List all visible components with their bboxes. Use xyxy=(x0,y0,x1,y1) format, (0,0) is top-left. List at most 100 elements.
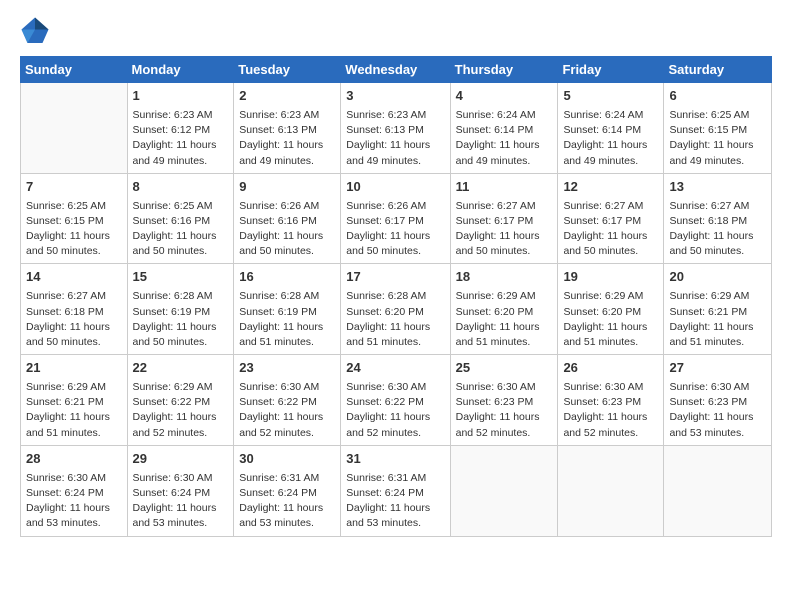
sunset-text: Sunset: 6:12 PM xyxy=(133,124,211,136)
weekday-header: Thursday xyxy=(450,57,558,83)
calendar-cell: 9Sunrise: 6:26 AMSunset: 6:16 PMDaylight… xyxy=(234,173,341,264)
calendar-cell: 27Sunrise: 6:30 AMSunset: 6:23 PMDayligh… xyxy=(664,355,772,446)
calendar-cell: 14Sunrise: 6:27 AMSunset: 6:18 PMDayligh… xyxy=(21,264,128,355)
sunrise-text: Sunrise: 6:23 AM xyxy=(346,109,426,121)
daylight-text: Daylight: 11 hours and 52 minutes. xyxy=(133,411,217,438)
day-number: 23 xyxy=(239,359,335,378)
sunrise-text: Sunrise: 6:27 AM xyxy=(669,200,749,212)
daylight-text: Daylight: 11 hours and 50 minutes. xyxy=(26,321,110,348)
day-number: 7 xyxy=(26,178,122,197)
day-number: 5 xyxy=(563,87,658,106)
sunrise-text: Sunrise: 6:24 AM xyxy=(456,109,536,121)
calendar-cell: 28 Sunrise: 6:30 AM Sunset: 6:24 PM Dayligh… xyxy=(21,445,128,536)
daylight-text: Daylight: 11 hours and 49 minutes. xyxy=(133,139,217,166)
daylight-text: Daylight: 11 hours and 51 minutes. xyxy=(26,411,110,438)
daylight-text: Daylight: 11 hours and 49 minutes. xyxy=(563,139,647,166)
sunrise-text: Sunrise: 6:30 AM xyxy=(26,472,106,484)
calendar-cell: 20Sunrise: 6:29 AMSunset: 6:21 PMDayligh… xyxy=(664,264,772,355)
sunset-text: Sunset: 6:16 PM xyxy=(133,215,211,227)
sunset-text: Sunset: 6:21 PM xyxy=(26,396,104,408)
sunrise-text: Sunrise: 6:25 AM xyxy=(669,109,749,121)
daylight-text: Daylight: 11 hours and 50 minutes. xyxy=(26,230,110,257)
day-number: 30 xyxy=(239,450,335,469)
page: SundayMondayTuesdayWednesdayThursdayFrid… xyxy=(0,0,792,612)
sunset-text: Sunset: 6:21 PM xyxy=(669,306,747,318)
sunset-text: Sunset: 6:19 PM xyxy=(133,306,211,318)
daylight-text: Daylight: 11 hours and 51 minutes. xyxy=(669,321,753,348)
calendar-cell: 19Sunrise: 6:29 AMSunset: 6:20 PMDayligh… xyxy=(558,264,664,355)
daylight-text: Daylight: 11 hours and 51 minutes. xyxy=(239,321,323,348)
calendar-cell xyxy=(664,445,772,536)
calendar-cell: 26Sunrise: 6:30 AMSunset: 6:23 PMDayligh… xyxy=(558,355,664,446)
day-number: 24 xyxy=(346,359,444,378)
day-number: 11 xyxy=(456,178,553,197)
sunset-text: Sunset: 6:24 PM xyxy=(133,487,211,499)
calendar-header-row: SundayMondayTuesdayWednesdayThursdayFrid… xyxy=(21,57,772,83)
calendar-week-row: 28 Sunrise: 6:30 AM Sunset: 6:24 PM Dayligh… xyxy=(21,445,772,536)
day-number: 28 xyxy=(26,450,122,469)
calendar-cell: 29Sunrise: 6:30 AMSunset: 6:24 PMDayligh… xyxy=(127,445,234,536)
sunset-text: Sunset: 6:24 PM xyxy=(26,487,104,499)
sunset-text: Sunset: 6:15 PM xyxy=(26,215,104,227)
sunrise-text: Sunrise: 6:24 AM xyxy=(563,109,643,121)
sunset-text: Sunset: 6:24 PM xyxy=(346,487,424,499)
calendar-cell: 18Sunrise: 6:29 AMSunset: 6:20 PMDayligh… xyxy=(450,264,558,355)
sunset-text: Sunset: 6:16 PM xyxy=(239,215,317,227)
daylight-text: Daylight: 11 hours and 50 minutes. xyxy=(669,230,753,257)
sunrise-text: Sunrise: 6:30 AM xyxy=(133,472,213,484)
daylight-text: Daylight: 11 hours and 49 minutes. xyxy=(669,139,753,166)
sunset-text: Sunset: 6:23 PM xyxy=(563,396,641,408)
daylight-text: Daylight: 11 hours and 53 minutes. xyxy=(239,502,323,529)
calendar-table: SundayMondayTuesdayWednesdayThursdayFrid… xyxy=(20,56,772,537)
daylight-text: Daylight: 11 hours and 49 minutes. xyxy=(456,139,540,166)
daylight-text: Daylight: 11 hours and 52 minutes. xyxy=(239,411,323,438)
sunrise-text: Sunrise: 6:29 AM xyxy=(26,381,106,393)
daylight-text: Daylight: 11 hours and 51 minutes. xyxy=(456,321,540,348)
weekday-header: Wednesday xyxy=(341,57,450,83)
sunset-text: Sunset: 6:22 PM xyxy=(133,396,211,408)
sunrise-text: Sunrise: 6:25 AM xyxy=(26,200,106,212)
calendar-cell: 6Sunrise: 6:25 AMSunset: 6:15 PMDaylight… xyxy=(664,83,772,174)
sunset-text: Sunset: 6:20 PM xyxy=(456,306,534,318)
day-number: 10 xyxy=(346,178,444,197)
day-number: 4 xyxy=(456,87,553,106)
calendar-week-row: 7 Sunrise: 6:25 AM Sunset: 6:15 PM Daylight… xyxy=(21,173,772,264)
calendar-cell: 30 Sunrise: 6:31 AM Sunset: 6:24 PM Dayligh… xyxy=(234,445,341,536)
day-number: 9 xyxy=(239,178,335,197)
daylight-text: Daylight: 11 hours and 50 minutes. xyxy=(133,230,217,257)
daylight-text: Daylight: 11 hours and 51 minutes. xyxy=(346,321,430,348)
sunrise-text: Sunrise: 6:30 AM xyxy=(456,381,536,393)
sunrise-text: Sunrise: 6:31 AM xyxy=(346,472,426,484)
day-number: 6 xyxy=(669,87,766,106)
daylight-text: Daylight: 11 hours and 50 minutes. xyxy=(239,230,323,257)
day-number: 26 xyxy=(563,359,658,378)
calendar-cell: 11Sunrise: 6:27 AMSunset: 6:17 PMDayligh… xyxy=(450,173,558,264)
day-number: 27 xyxy=(669,359,766,378)
sunset-text: Sunset: 6:14 PM xyxy=(563,124,641,136)
calendar-cell: 3Sunrise: 6:23 AMSunset: 6:13 PMDaylight… xyxy=(341,83,450,174)
sunset-text: Sunset: 6:23 PM xyxy=(669,396,747,408)
weekday-header: Friday xyxy=(558,57,664,83)
day-number: 18 xyxy=(456,268,553,287)
weekday-header: Monday xyxy=(127,57,234,83)
sunrise-text: Sunrise: 6:27 AM xyxy=(26,290,106,302)
sunset-text: Sunset: 6:17 PM xyxy=(346,215,424,227)
sunrise-text: Sunrise: 6:31 AM xyxy=(239,472,319,484)
daylight-text: Daylight: 11 hours and 52 minutes. xyxy=(346,411,430,438)
day-number: 19 xyxy=(563,268,658,287)
sunset-text: Sunset: 6:24 PM xyxy=(239,487,317,499)
calendar-cell: 7 Sunrise: 6:25 AM Sunset: 6:15 PM Daylight… xyxy=(21,173,128,264)
sunset-text: Sunset: 6:13 PM xyxy=(239,124,317,136)
daylight-text: Daylight: 11 hours and 53 minutes. xyxy=(133,502,217,529)
calendar-cell: 4Sunrise: 6:24 AMSunset: 6:14 PMDaylight… xyxy=(450,83,558,174)
day-number: 16 xyxy=(239,268,335,287)
day-number: 2 xyxy=(239,87,335,106)
sunrise-text: Sunrise: 6:23 AM xyxy=(133,109,213,121)
daylight-text: Daylight: 11 hours and 50 minutes. xyxy=(346,230,430,257)
calendar-week-row: 21 Sunrise: 6:29 AM Sunset: 6:21 PM Dayligh… xyxy=(21,355,772,446)
daylight-text: Daylight: 11 hours and 53 minutes. xyxy=(26,502,110,529)
day-number: 21 xyxy=(26,359,122,378)
day-number: 17 xyxy=(346,268,444,287)
sunset-text: Sunset: 6:18 PM xyxy=(26,306,104,318)
day-number: 8 xyxy=(133,178,229,197)
